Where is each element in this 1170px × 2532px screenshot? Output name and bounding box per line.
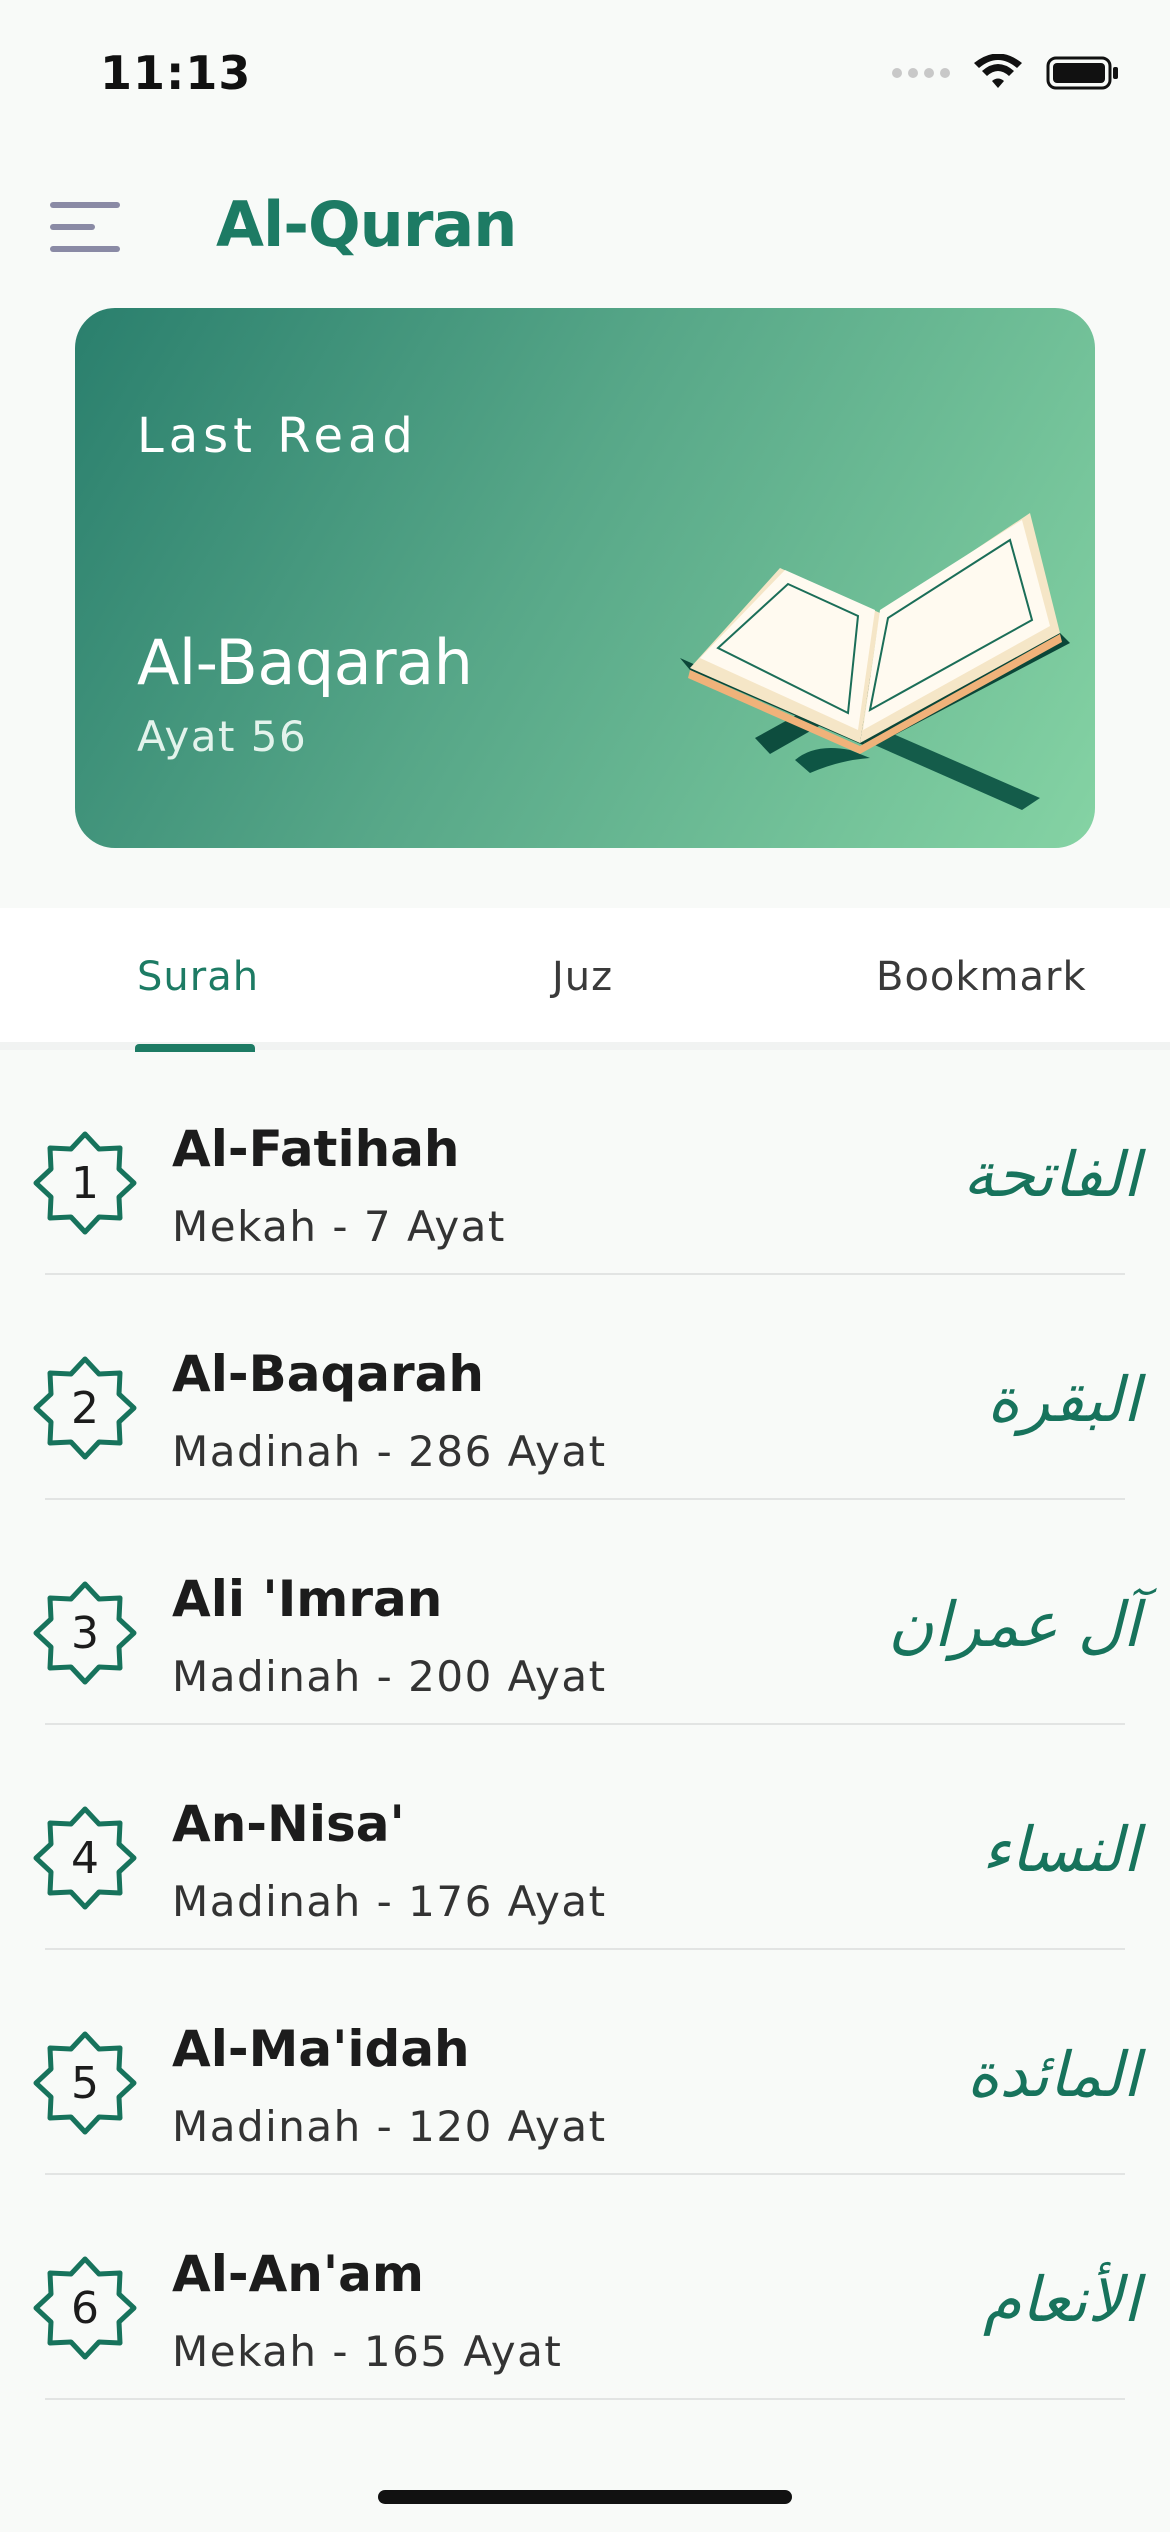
surah-meta: Mekah - 165 Ayat xyxy=(172,2327,563,2376)
surah-arabic-name: آل عمران xyxy=(888,1588,1140,1661)
surah-arabic-name: النساء xyxy=(981,1813,1140,1886)
surah-arabic-name: البقرة xyxy=(987,1363,1140,1436)
home-indicator[interactable] xyxy=(378,2490,792,2504)
surah-name: Al-Baqarah xyxy=(172,1345,484,1403)
octagram-number-badge: 6 xyxy=(30,2253,140,2363)
tab-surah[interactable]: Surah xyxy=(137,954,259,1000)
tab-juz[interactable]: Juz xyxy=(552,954,613,1000)
surah-meta: Madinah - 120 Ayat xyxy=(172,2102,607,2151)
surah-arabic-name: الفاتحة xyxy=(963,1138,1140,1211)
page-title: Al-Quran xyxy=(216,188,517,261)
surah-number: 6 xyxy=(71,2282,99,2334)
last-read-ayat: Ayat 56 xyxy=(137,712,308,761)
battery-icon xyxy=(1046,56,1118,90)
octagram-number-badge: 4 xyxy=(30,1803,140,1913)
list-item[interactable]: 4 An-Nisa' Madinah - 176 Ayat النساء xyxy=(0,1725,1170,1950)
surah-meta: Madinah - 286 Ayat xyxy=(172,1427,607,1476)
open-quran-on-stand-icon xyxy=(680,513,1070,810)
surah-meta: Mekah - 7 Ayat xyxy=(172,1202,506,1251)
surah-number: 5 xyxy=(71,2057,99,2109)
tab-bar: Surah Juz Bookmark xyxy=(0,908,1170,1052)
hamburger-menu-icon[interactable] xyxy=(50,202,120,252)
list-item[interactable]: 5 Al-Ma'idah Madinah - 120 Ayat المائدة xyxy=(0,1950,1170,2175)
wifi-icon xyxy=(974,54,1022,88)
tab-bookmark[interactable]: Bookmark xyxy=(876,954,1087,1000)
octagram-number-badge: 3 xyxy=(30,1578,140,1688)
surah-name: Ali 'Imran xyxy=(172,1570,443,1628)
surah-list: 1 Al-Fatihah Mekah - 7 Ayat الفاتحة 2 Al… xyxy=(0,1050,1170,2400)
surah-number: 4 xyxy=(71,1832,99,1884)
last-read-surah: Al-Baqarah xyxy=(137,626,473,699)
surah-meta: Madinah - 176 Ayat xyxy=(172,1877,607,1926)
surah-name: Al-An'am xyxy=(172,2245,425,2303)
status-icons xyxy=(892,54,1120,92)
surah-name: Al-Ma'idah xyxy=(172,2020,470,2078)
surah-name: An-Nisa' xyxy=(172,1795,405,1853)
octagram-number-badge: 2 xyxy=(30,1353,140,1463)
divider xyxy=(45,2398,1125,2400)
octagram-number-badge: 1 xyxy=(30,1128,140,1238)
status-time: 11:13 xyxy=(100,46,252,100)
surah-meta: Madinah - 200 Ayat xyxy=(172,1652,607,1701)
status-bar: 11:13 xyxy=(0,0,1170,150)
list-item[interactable]: 3 Ali 'Imran Madinah - 200 Ayat آل عمران xyxy=(0,1500,1170,1725)
surah-number: 3 xyxy=(71,1607,99,1659)
cellular-dots-icon xyxy=(892,68,950,78)
octagram-number-badge: 5 xyxy=(30,2028,140,2138)
list-item[interactable]: 2 Al-Baqarah Madinah - 286 Ayat البقرة xyxy=(0,1275,1170,1500)
list-item[interactable]: 6 Al-An'am Mekah - 165 Ayat الأنعام xyxy=(0,2175,1170,2400)
last-read-card[interactable]: Last Read Al-Baqarah Ayat 56 xyxy=(75,308,1095,848)
last-read-label: Last Read xyxy=(137,408,418,464)
surah-number: 1 xyxy=(71,1157,99,1209)
list-item[interactable]: 1 Al-Fatihah Mekah - 7 Ayat الفاتحة xyxy=(0,1050,1170,1275)
surah-number: 2 xyxy=(71,1382,99,1434)
surah-arabic-name: الأنعام xyxy=(982,2263,1140,2336)
app-bar: Al-Quran xyxy=(0,160,1170,290)
surah-arabic-name: المائدة xyxy=(966,2038,1140,2111)
surah-name: Al-Fatihah xyxy=(172,1120,460,1178)
